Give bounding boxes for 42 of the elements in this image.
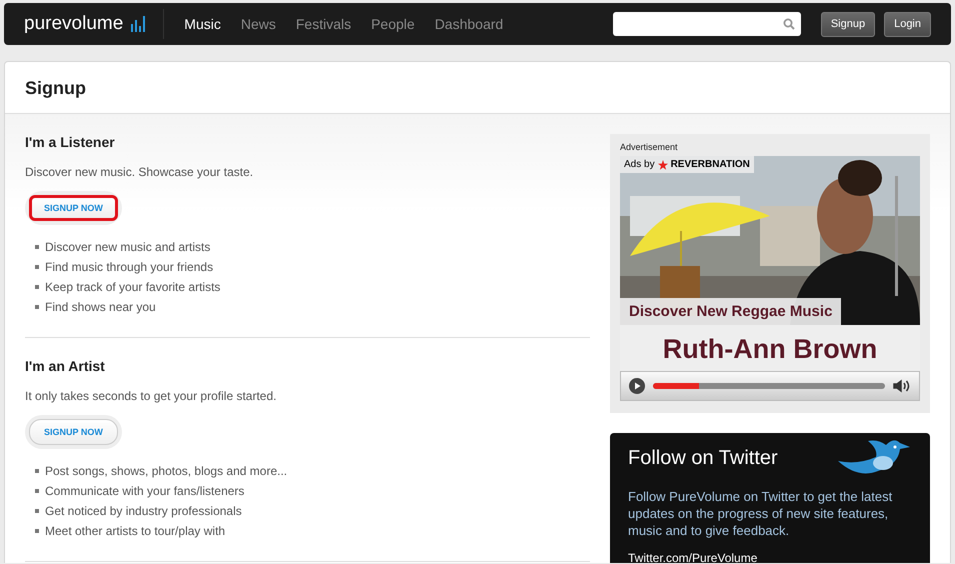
twitter-text: Follow PureVolume on Twitter to get the latest updates on the progress of new site features, music and to give feedback. (628, 488, 894, 539)
section-heading: I'm a Listener (25, 134, 116, 150)
feature-text: Find music through your friends (45, 259, 214, 276)
star-icon (658, 160, 668, 170)
signup-now-button[interactable]: SIGNUP NOW (29, 419, 118, 445)
feature-text: Communicate with your fans/listeners (45, 483, 244, 500)
twitter-link[interactable]: Twitter.com/PureVolume (628, 551, 758, 563)
feature-text: Discover new music and artists (45, 239, 210, 256)
nav-link[interactable]: People (371, 16, 415, 32)
feature-text: Post songs, shows, photos, blogs and more... (45, 463, 288, 480)
bullet-icon (35, 285, 39, 289)
search-field[interactable] (612, 12, 801, 36)
nav-link[interactable]: Music (184, 16, 221, 32)
section-intro: It only takes seconds to get your profile started. (25, 389, 278, 403)
ad-caption: Discover New Reggae Music (620, 298, 842, 325)
bullet-icon (35, 245, 39, 249)
logo[interactable]: purevolume (24, 13, 124, 35)
bullet-icon (35, 529, 39, 533)
signup-button[interactable]: Signup (820, 12, 876, 36)
twitter-title: Follow on Twitter (628, 447, 778, 470)
feature-text: Find shows near you (45, 299, 156, 316)
nav-link[interactable]: Dashboard (434, 16, 504, 32)
login-button[interactable]: Login (884, 12, 931, 36)
feature-text: Meet other artists to tour/play with (45, 523, 226, 540)
section-intro: Discover new music. Showcase your taste. (25, 165, 254, 179)
bullet-icon (35, 469, 39, 473)
signup-now-button[interactable]: SIGNUP NOW (29, 195, 118, 221)
nav-link[interactable]: Festivals (296, 16, 352, 32)
bullet-icon (35, 305, 39, 309)
volume-icon[interactable] (893, 379, 911, 393)
bullet-icon (35, 489, 39, 493)
ads-by-badge[interactable]: Ads by REVERBNATION (620, 156, 754, 173)
advertisement-label: Advertisement (620, 142, 679, 152)
section-heading: I'm an Artist (25, 358, 106, 374)
bullet-icon (35, 509, 39, 513)
equalizer-icon (131, 16, 146, 32)
search-icon (782, 18, 795, 30)
nav-link[interactable]: News (240, 16, 276, 32)
play-icon[interactable] (629, 378, 645, 394)
feature-text: Get noticed by industry professionals (45, 503, 242, 520)
feature-text: Keep track of your favorite artists (45, 279, 220, 296)
bullet-icon (35, 265, 39, 269)
